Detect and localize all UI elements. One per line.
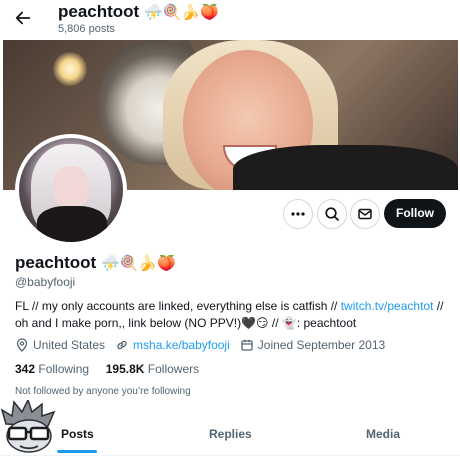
- avatar-body: [37, 206, 107, 242]
- bio-twitch-link[interactable]: twitch.tv/peachtot: [341, 299, 434, 313]
- message-button[interactable]: [350, 199, 380, 229]
- profile-name-emojis: ⛈️🍭🍌🍑: [100, 255, 176, 272]
- post-count: 5,806 posts: [58, 23, 115, 35]
- back-arrow-icon[interactable]: [14, 9, 34, 29]
- joined-item: Joined September 2013: [240, 338, 385, 352]
- header-title: peachtoot ⛈️🍭🍌🍑: [58, 2, 219, 22]
- location-icon: [16, 338, 28, 352]
- following-count: 342: [15, 362, 36, 376]
- tab-posts[interactable]: Posts: [61, 420, 94, 452]
- followers-stat[interactable]: 195.8K Followers: [106, 362, 199, 376]
- location-item: United States: [15, 338, 105, 352]
- header-display-name: peachtoot: [58, 2, 140, 21]
- location-text: United States: [33, 338, 106, 352]
- tabs-divider: [0, 455, 460, 456]
- joined-text: Joined September 2013: [257, 338, 386, 352]
- more-button[interactable]: [283, 199, 313, 229]
- not-followed-notice: Not followed by anyone you’re following: [15, 386, 191, 397]
- banner-lamp: [53, 52, 87, 86]
- website-item: msha.ke/babyfooji: [115, 338, 230, 352]
- message-icon: [358, 208, 372, 220]
- following-stat[interactable]: 342 Following: [15, 362, 89, 376]
- link-icon: [117, 340, 127, 350]
- followers-label: Followers: [147, 362, 200, 376]
- search-button[interactable]: [317, 199, 347, 229]
- banner-shirt: [233, 145, 458, 190]
- profile-stats: 342 Following 195.8K Followers: [15, 362, 199, 376]
- website-link[interactable]: msha.ke/babyfooji: [133, 338, 230, 352]
- profile-name: peachtoot ⛈️🍭🍌🍑: [15, 253, 176, 273]
- profile-tabs: Posts Replies Media: [0, 420, 460, 452]
- bio-text-start: FL // my only accounts are linked, every…: [15, 299, 341, 313]
- active-tab-indicator: [57, 450, 97, 453]
- profile-bio: FL // my only accounts are linked, every…: [15, 298, 455, 332]
- more-icon: [291, 212, 305, 216]
- avatar-face: [53, 166, 89, 210]
- calendar-icon: [241, 339, 253, 351]
- following-label: Following: [38, 362, 90, 376]
- profile-display-name: peachtoot: [15, 253, 97, 272]
- profile-handle: @babyfooji: [15, 275, 76, 289]
- tab-media[interactable]: Media: [366, 420, 400, 452]
- header-name-emojis: ⛈️🍭🍌🍑: [143, 4, 219, 21]
- profile-avatar[interactable]: [15, 134, 127, 246]
- tab-replies[interactable]: Replies: [209, 420, 252, 452]
- top-bar: peachtoot ⛈️🍭🍌🍑 5,806 posts: [0, 0, 460, 40]
- followers-count: 195.8K: [105, 362, 145, 376]
- search-icon: [325, 207, 339, 221]
- profile-meta: United States msha.ke/babyfooji Joined S…: [15, 338, 385, 352]
- follow-button[interactable]: Follow: [384, 199, 446, 228]
